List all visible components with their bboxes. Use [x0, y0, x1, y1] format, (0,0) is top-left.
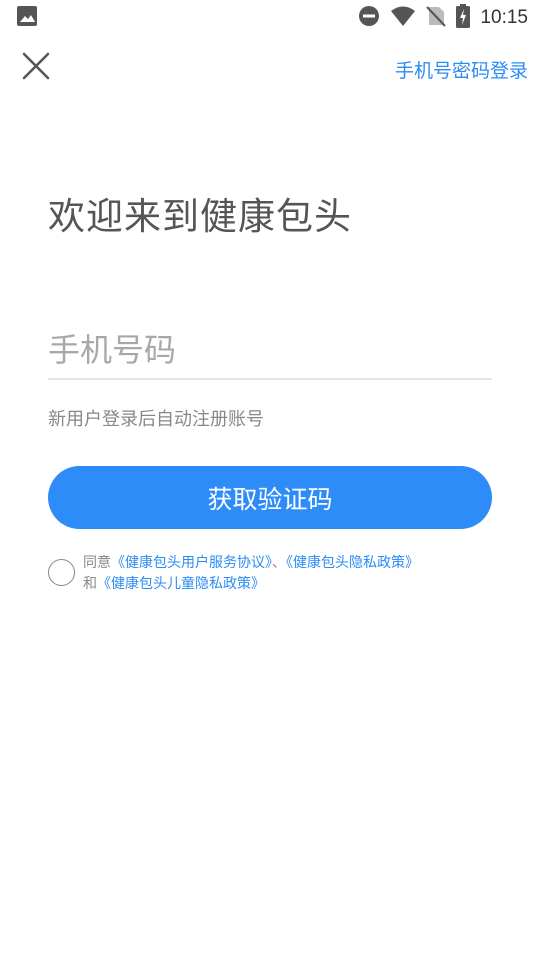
user-agreement-link[interactable]: 《健康包头用户服务协议》 [111, 555, 272, 571]
close-button[interactable] [20, 52, 52, 84]
phone-number-input[interactable] [48, 322, 492, 378]
child-privacy-policy-link[interactable]: 《健康包头儿童隐私政策》 [97, 576, 265, 592]
status-time: 10:15 [480, 7, 528, 28]
image-icon [16, 5, 38, 31]
phone-field [48, 322, 492, 380]
auto-register-hint: 新用户登录后自动注册账号 [48, 409, 264, 430]
battery-charging-icon [456, 4, 471, 32]
agreement-separator: 、 [272, 555, 286, 571]
get-verification-code-button[interactable]: 获取验证码 [48, 466, 492, 529]
do-not-disturb-icon [358, 5, 380, 31]
password-login-link[interactable]: 手机号密码登录 [395, 56, 528, 83]
agreement-and: 和 [83, 576, 97, 592]
welcome-title: 欢迎来到健康包头 [48, 195, 352, 238]
wifi-icon [390, 5, 416, 31]
no-sim-icon [426, 5, 447, 31]
status-icons: 10:15 [358, 4, 528, 32]
agreement-prefix: 同意 [83, 555, 111, 571]
status-bar: 10:15 [0, 0, 540, 36]
agreement-checkbox[interactable] [48, 559, 75, 586]
agreement-text: 同意《健康包头用户服务协议》、《健康包头隐私政策》 和《健康包头儿童隐私政策》 [83, 553, 523, 595]
privacy-policy-link[interactable]: 《健康包头隐私政策》 [286, 555, 419, 571]
close-icon [22, 52, 50, 84]
